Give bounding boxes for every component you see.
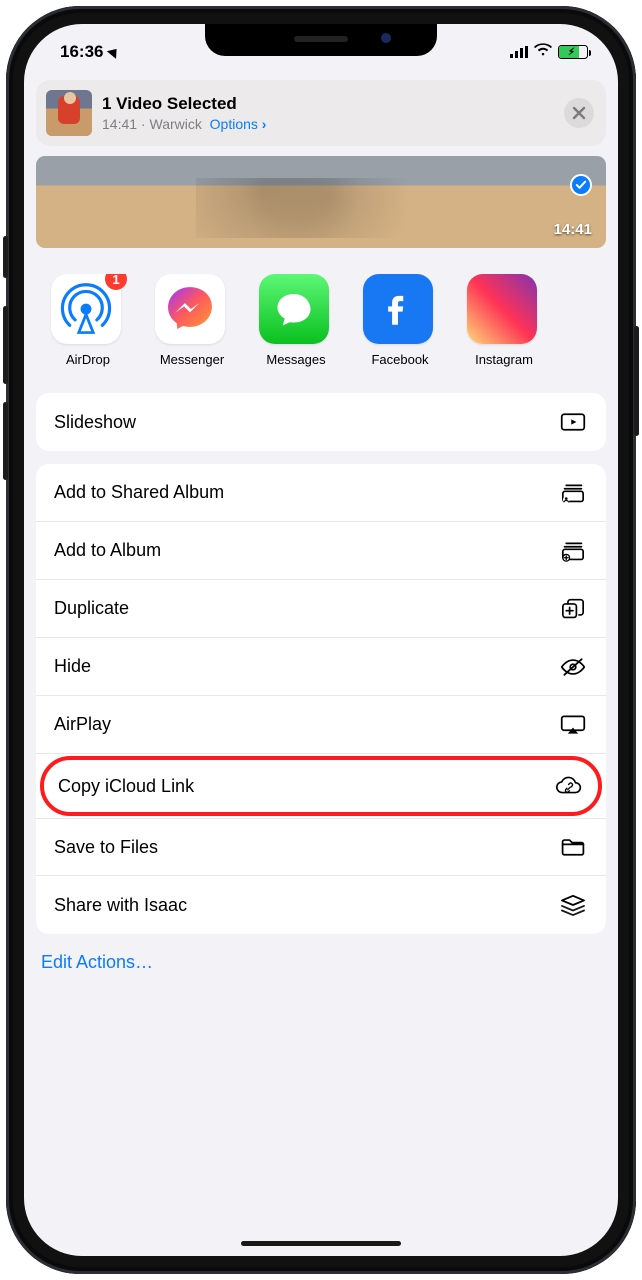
header-title: 1 Video Selected	[102, 94, 554, 114]
share-app-messenger[interactable]: Messenger	[155, 274, 229, 367]
selection-checkmark-icon[interactable]	[570, 174, 592, 196]
action-airplay[interactable]: AirPlay	[36, 696, 606, 754]
messenger-icon	[155, 274, 225, 344]
action-slideshow[interactable]: Slideshow	[36, 393, 606, 451]
app-label: Instagram	[467, 352, 541, 367]
badge: 1	[105, 274, 127, 290]
stack-icon	[558, 894, 588, 916]
shared-album-icon	[558, 482, 588, 504]
action-hide[interactable]: Hide	[36, 638, 606, 696]
duplicate-icon	[558, 598, 588, 620]
airdrop-icon: 1	[51, 274, 121, 344]
battery-icon: ⚡︎	[558, 45, 588, 59]
actions-list: Slideshow Add to Shared Album Add to Alb…	[36, 393, 606, 973]
cellular-icon	[510, 46, 528, 58]
header-text: 1 Video Selected 14:41 · Warwick Options…	[102, 94, 554, 132]
media-preview[interactable]: 14:41	[36, 156, 606, 248]
header-subtitle-location: Warwick	[150, 116, 202, 132]
share-app-airdrop[interactable]: 1 AirDrop	[51, 274, 125, 367]
messages-icon	[259, 274, 329, 344]
action-add-album[interactable]: Add to Album	[36, 522, 606, 580]
notch	[205, 24, 437, 56]
action-share-with-contact[interactable]: Share with Isaac	[36, 876, 606, 934]
front-camera	[381, 33, 391, 43]
play-rect-icon	[558, 411, 588, 433]
status-time: 16:36	[60, 42, 103, 62]
status-time-group: 16:36	[60, 42, 120, 62]
share-header: 1 Video Selected 14:41 · Warwick Options…	[36, 80, 606, 146]
close-button[interactable]	[564, 98, 594, 128]
add-album-icon	[558, 540, 588, 562]
wifi-icon	[534, 42, 552, 62]
header-thumbnail[interactable]	[46, 90, 92, 136]
speaker-grille	[294, 36, 348, 42]
home-indicator[interactable]	[241, 1241, 401, 1246]
header-subtitle[interactable]: 14:41 · Warwick Options ›	[102, 116, 554, 132]
action-save-to-files[interactable]: Save to Files	[36, 818, 606, 876]
volume-up-button	[3, 306, 8, 384]
action-add-shared-album[interactable]: Add to Shared Album	[36, 464, 606, 522]
facebook-icon	[363, 274, 433, 344]
app-label: Messenger	[155, 352, 229, 367]
app-label: Messages	[259, 352, 333, 367]
volume-down-button	[3, 402, 8, 480]
location-icon	[107, 45, 121, 59]
share-app-facebook[interactable]: Facebook	[363, 274, 437, 367]
mute-switch	[3, 236, 8, 278]
instagram-icon	[467, 274, 537, 344]
hide-icon	[558, 656, 588, 678]
folder-icon	[558, 836, 588, 858]
share-app-messages[interactable]: Messages	[259, 274, 333, 367]
airplay-icon	[558, 714, 588, 736]
screen: 16:36 ⚡︎ 1 Video Selected 14:41	[24, 24, 618, 1256]
share-apps-row[interactable]: 1 AirDrop Messenger	[24, 274, 618, 367]
action-duplicate[interactable]: Duplicate	[36, 580, 606, 638]
share-app-instagram[interactable]: Instagram	[467, 274, 541, 367]
power-button	[634, 326, 639, 436]
preview-duration: 14:41	[554, 221, 592, 238]
app-label: Facebook	[363, 352, 437, 367]
chevron-right-icon: ›	[262, 116, 267, 132]
options-link[interactable]: Options	[210, 116, 258, 132]
action-copy-icloud-link[interactable]: Copy iCloud Link	[40, 756, 602, 816]
phone-frame: 16:36 ⚡︎ 1 Video Selected 14:41	[6, 6, 636, 1274]
status-right-group: ⚡︎	[510, 42, 588, 62]
header-subtitle-time: 14:41	[102, 116, 137, 132]
icloud-link-icon	[554, 775, 584, 797]
edit-actions-link[interactable]: Edit Actions…	[36, 934, 606, 973]
app-label: AirDrop	[51, 352, 125, 367]
